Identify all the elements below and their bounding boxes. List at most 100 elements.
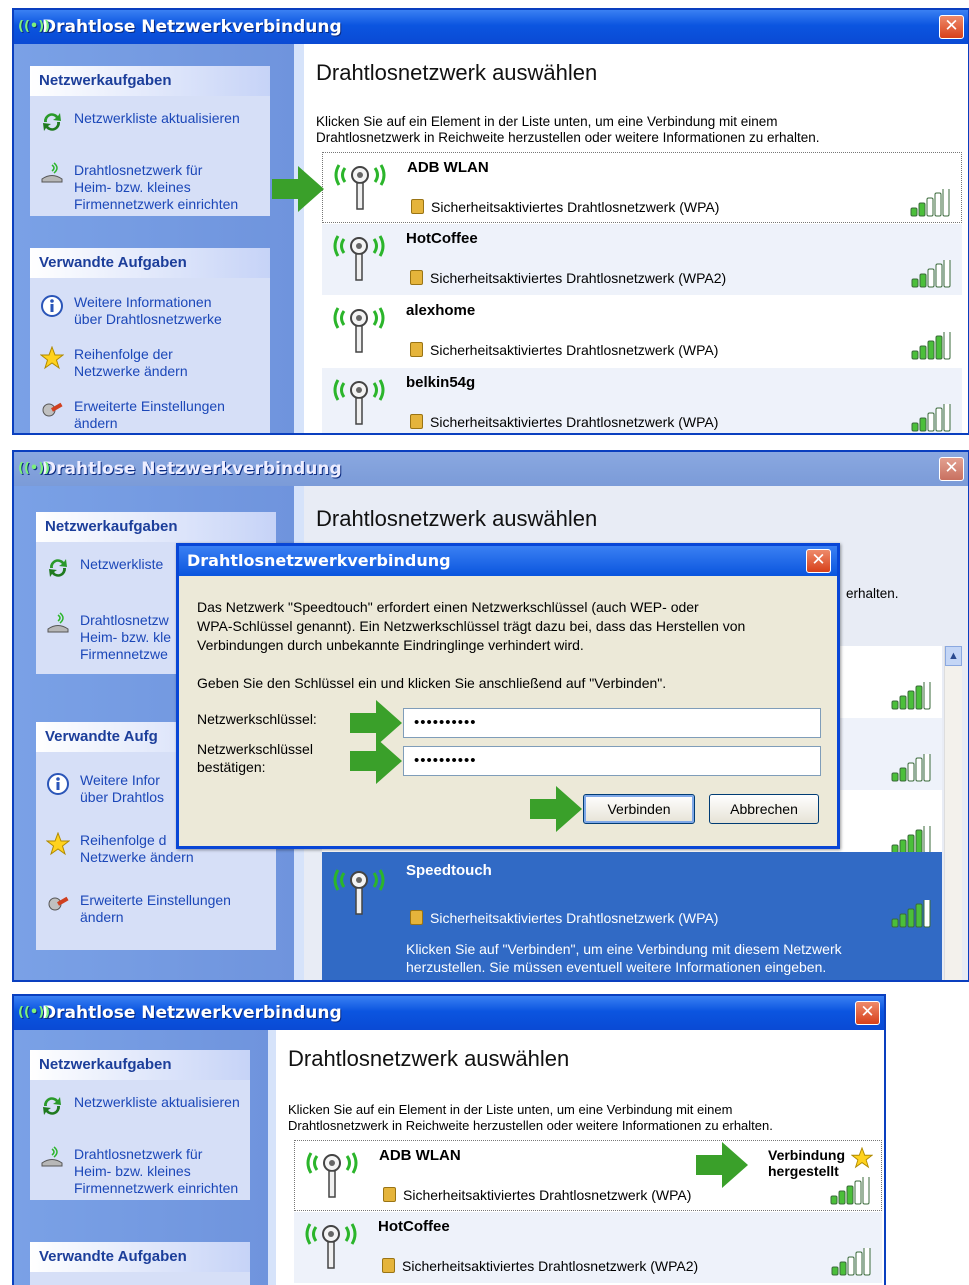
dialog-close-button[interactable]: ✕ (806, 549, 831, 573)
signal-strength-icon (910, 189, 950, 217)
setup-network-icon (40, 1146, 64, 1170)
window-title: Drahtlose Netzwerkverbindung (42, 1003, 342, 1023)
connect-hint-line-2: herzustellen. Sie müssen eventuell weite… (406, 959, 827, 975)
refresh-list-task[interactable]: Netzwerkliste aktualisieren (40, 1094, 246, 1111)
adv-label-2: ändern (74, 415, 118, 431)
refresh-icon (40, 1094, 64, 1118)
signal-bar (838, 1190, 846, 1205)
dialog-message-line-3: Verbindungen durch unbekannte Eindringli… (197, 637, 584, 653)
instructions-line-1: Klicken Sie auf ein Element in der Liste… (316, 114, 778, 129)
network-item-hotcoffee[interactable]: HotCoffee Sicherheitsaktiviertes Drahtlo… (322, 224, 962, 295)
network-item-adb-wlan[interactable]: ADB WLAN Sicherheitsaktiviertes Drahtlos… (294, 1140, 882, 1211)
signal-bar (891, 918, 899, 928)
tools-icon (46, 892, 70, 916)
setup-network-task[interactable]: Drahtlosnetzwerk für Heim- bzw. kleines … (40, 1146, 246, 1197)
signal-bar (919, 417, 927, 432)
order-label-1: Reihenfolge der (74, 346, 173, 362)
tools-icon (40, 398, 64, 422)
instructions-line-2: Drahtlosnetzwerk in Reichweite herzustel… (316, 130, 820, 145)
lock-icon (383, 1187, 396, 1202)
wireless-antenna-icon (331, 159, 389, 211)
signal-bar (943, 260, 951, 288)
dialog-title-bar: Drahtlosnetzwerkverbindung ✕ (179, 546, 837, 576)
advanced-settings-task[interactable]: Erweiterte Einstellungen ändern (40, 398, 266, 432)
network-ssid: belkin54g (406, 374, 476, 391)
related-tasks-header: Verwandte Aufgaben (30, 1242, 250, 1272)
signal-bar (926, 197, 934, 217)
signal-bar (907, 762, 915, 782)
advanced-settings-task[interactable]: Erweiterte Einstellungen ändern (46, 892, 272, 926)
network-security-text: Sicherheitsaktiviertes Drahtlosnetzwerk … (430, 342, 719, 358)
signal-bar (915, 685, 923, 710)
network-security: Sicherheitsaktiviertes Drahtlosnetzwerk … (411, 199, 719, 215)
dialog-prompt: Geben Sie den Schlüssel ein und klicken … (197, 675, 667, 691)
info-label-2: über Drahtlosnetzwerke (74, 311, 222, 327)
confirm-key-label: Netzwerkschlüssel bestätigen: (197, 740, 313, 776)
wireless-icon: ((•)) (18, 19, 51, 34)
cancel-button[interactable]: Abbrechen (709, 794, 819, 824)
order-label-2: Netzwerke ändern (80, 849, 194, 865)
wireless-icon: ((•)) (18, 1005, 51, 1020)
refresh-label: Netzwerkliste aktualisieren (74, 1094, 240, 1110)
wireless-antenna-icon (330, 864, 388, 916)
signal-strength-icon (911, 332, 951, 360)
signal-bar (942, 189, 950, 217)
connection-status-line-2: hergestellt (768, 1163, 839, 1179)
title-bar: ((•)) Drahtlose Netzwerkverbindung ✕ (14, 10, 968, 44)
network-security: Sicherheitsaktiviertes Drahtlosnetzwerk … (383, 1187, 691, 1203)
lock-icon (410, 910, 423, 925)
connection-status: Verbindung hergestellt (768, 1147, 845, 1179)
instructions-tail: erhalten. (846, 586, 899, 601)
close-button[interactable]: ✕ (939, 457, 964, 481)
network-key-dialog: Drahtlosnetzwerkverbindung ✕ Das Netzwer… (176, 543, 840, 849)
setup-network-icon (46, 612, 70, 636)
change-order-task[interactable]: Reihenfolge der Netzwerke ändern (40, 346, 266, 380)
network-item-hotcoffee[interactable]: HotCoffee Sicherheitsaktiviertes Drahtlo… (294, 1212, 882, 1283)
network-item-belkin54g[interactable]: belkin54g Sicherheitsaktiviertes Drahtlo… (322, 368, 962, 433)
related-tasks-box: Verwandte Aufgaben Weitere Informationen… (30, 248, 270, 433)
signal-bar (923, 754, 931, 782)
refresh-list-task[interactable]: Netzwerkliste aktualisieren (40, 110, 266, 127)
close-button[interactable]: ✕ (939, 15, 964, 39)
adv-label-2: ändern (80, 909, 124, 925)
signal-bar (915, 757, 923, 782)
network-tasks-header: Netzwerkaufgaben (36, 512, 276, 542)
signal-bar (943, 404, 951, 432)
dialog-message-line-2: WPA-Schlüssel genannt). Ein Netzwerkschl… (197, 618, 746, 634)
signal-bar (891, 700, 899, 710)
page-heading: Drahtlosnetzwerk auswählen (316, 506, 598, 531)
signal-bar (911, 422, 919, 432)
network-item-speedtouch[interactable]: Speedtouch Sicherheitsaktiviertes Drahtl… (322, 852, 942, 980)
close-button[interactable]: ✕ (855, 1001, 880, 1025)
title-bar: ((•)) Drahtlose Netzwerkverbindung ✕ (14, 996, 884, 1030)
setup-label-1: Drahtlosnetzwerk für (74, 1146, 203, 1162)
signal-bar (862, 1177, 870, 1205)
green-arrow-icon (272, 166, 324, 212)
connect-button[interactable]: Verbinden (583, 794, 695, 824)
network-item-alexhome[interactable]: alexhome Sicherheitsaktiviertes Drahtlos… (322, 296, 962, 367)
network-key-input[interactable]: •••••••••• (403, 708, 821, 738)
signal-bar (934, 192, 942, 217)
network-security-text: Sicherheitsaktiviertes Drahtlosnetzwerk … (431, 199, 720, 215)
lock-icon (382, 1258, 395, 1273)
signal-bar (935, 407, 943, 432)
page-heading: Drahtlosnetzwerk auswählen (288, 1046, 570, 1071)
instructions: Klicken Sie auf ein Element in der Liste… (288, 1102, 884, 1134)
scroll-up-button[interactable]: ▲ (945, 646, 962, 666)
more-info-task[interactable]: Weitere Informationen über Drahtlosnetzw… (40, 294, 266, 328)
signal-bar (911, 278, 919, 288)
network-item-adb-wlan[interactable]: ADB WLAN Sicherheitsaktiviertes Drahtlos… (322, 152, 962, 223)
setup-label-2: Heim- bzw. kleines (74, 1163, 191, 1179)
related-tasks-box: Verwandte Aufgaben (30, 1242, 250, 1285)
info-icon (40, 294, 64, 318)
adv-label-1: Erweiterte Einstellungen (74, 398, 225, 414)
network-security-text: Sicherheitsaktiviertes Drahtlosnetzwerk … (403, 1187, 692, 1203)
signal-strength-icon (830, 1177, 870, 1205)
signal-bar (910, 207, 918, 217)
vertical-scrollbar[interactable]: ▲ (944, 646, 962, 980)
signal-bar (899, 913, 907, 928)
network-security: Sicherheitsaktiviertes Drahtlosnetzwerk … (382, 1258, 698, 1274)
confirm-key-input[interactable]: •••••••••• (403, 746, 821, 776)
lock-icon (411, 199, 424, 214)
setup-network-task[interactable]: Drahtlosnetzwerk für Heim- bzw. kleines … (40, 162, 266, 213)
